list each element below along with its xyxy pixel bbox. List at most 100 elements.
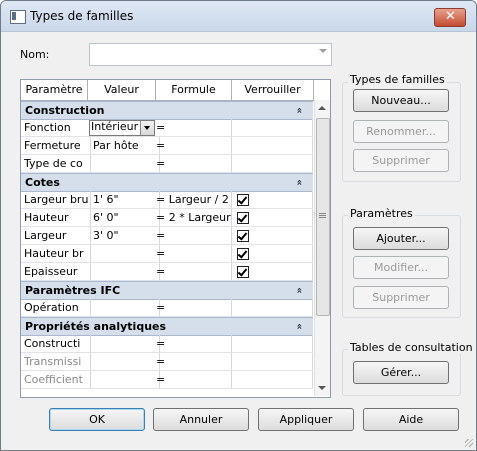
- cancel-button[interactable]: Annuler: [153, 408, 249, 431]
- lock-cell[interactable]: [232, 371, 313, 388]
- formula-cell[interactable]: =: [156, 119, 232, 136]
- formula-cell[interactable]: =: [156, 335, 232, 352]
- lock-cell[interactable]: [232, 263, 313, 280]
- column-header-parametre[interactable]: Paramètre: [21, 80, 88, 101]
- chevron-down-icon[interactable]: [140, 121, 154, 135]
- function-value: Intérieur: [91, 120, 139, 133]
- value-cell[interactable]: [89, 371, 160, 388]
- lock-checkbox[interactable]: [237, 212, 249, 224]
- parameter-cell: Epaisseur: [21, 263, 91, 280]
- scrollbar-thumb[interactable]: [316, 118, 330, 316]
- new-type-button[interactable]: Nouveau...: [353, 89, 449, 112]
- parameter-cell: Hauteur: [21, 209, 91, 226]
- section-header[interactable]: Propriétés analytiques «: [21, 317, 313, 336]
- help-button[interactable]: Aide: [363, 408, 459, 431]
- lock-cell[interactable]: [232, 353, 313, 370]
- parameters-group-label: Paramètres: [348, 207, 415, 220]
- formula-cell[interactable]: =: [156, 227, 232, 244]
- lock-cell[interactable]: [232, 137, 313, 154]
- title-bar[interactable]: Types de familles ✕: [1, 1, 476, 32]
- function-dropdown[interactable]: Intérieur: [89, 120, 155, 136]
- name-label: Nom:: [20, 48, 50, 61]
- section-title: Construction: [25, 104, 105, 117]
- value-cell[interactable]: [89, 353, 160, 370]
- value-cell[interactable]: [89, 245, 160, 262]
- lock-cell[interactable]: [232, 191, 313, 208]
- column-header-verrouiller[interactable]: Verrouiller: [232, 80, 314, 101]
- value-cell[interactable]: 3' 0": [89, 227, 160, 244]
- formula-cell[interactable]: = 2 * Largeur: [156, 209, 232, 226]
- section-title: Paramètres IFC: [25, 284, 121, 297]
- chevron-down-icon[interactable]: [319, 49, 327, 53]
- column-header-formule[interactable]: Formule: [156, 80, 232, 101]
- resize-grip-icon[interactable]: [465, 439, 473, 447]
- table-row: Transmissi =: [21, 353, 313, 371]
- section-header[interactable]: Construction «: [21, 101, 313, 120]
- rename-type-button[interactable]: Renommer...: [353, 120, 449, 143]
- table-row: Fermeture Par hôte =: [21, 137, 313, 155]
- lookup-tables-group-label: Tables de consultation: [348, 341, 475, 354]
- value-cell[interactable]: 1' 6": [89, 191, 160, 208]
- table-row: Hauteur br =: [21, 245, 313, 263]
- collapse-icon[interactable]: «: [291, 287, 308, 293]
- value-cell[interactable]: [89, 299, 160, 316]
- formula-cell[interactable]: =: [156, 299, 232, 316]
- grip-icon: [319, 213, 326, 216]
- formula-cell[interactable]: =: [156, 371, 232, 388]
- manage-lookup-button[interactable]: Gérer...: [353, 361, 449, 384]
- scroll-up-icon[interactable]: [318, 106, 326, 110]
- lock-checkbox[interactable]: [237, 266, 249, 278]
- modify-parameter-button[interactable]: Modifier...: [353, 256, 449, 279]
- table-row: Largeur bru 1' 6" = Largeur / 2: [21, 191, 313, 209]
- value-cell[interactable]: [89, 335, 160, 352]
- formula-cell[interactable]: =: [156, 263, 232, 280]
- window-title: Types de familles: [30, 9, 134, 23]
- section-header[interactable]: Cotes «: [21, 173, 313, 192]
- lock-cell[interactable]: [232, 119, 313, 136]
- parameter-cell: Fonction: [21, 119, 91, 136]
- value-cell[interactable]: [89, 263, 160, 280]
- delete-type-button[interactable]: Supprimer: [353, 149, 449, 172]
- collapse-icon[interactable]: «: [291, 323, 308, 329]
- collapse-icon[interactable]: «: [291, 179, 308, 185]
- section-header[interactable]: Paramètres IFC «: [21, 281, 313, 300]
- add-parameter-button[interactable]: Ajouter...: [353, 227, 449, 250]
- ok-button[interactable]: OK: [49, 408, 145, 431]
- table-row: Opération =: [21, 299, 313, 317]
- value-cell[interactable]: [89, 155, 160, 172]
- value-cell[interactable]: Par hôte: [89, 137, 160, 154]
- formula-cell[interactable]: =: [156, 137, 232, 154]
- parameter-cell: Coefficient: [21, 371, 91, 388]
- lock-checkbox[interactable]: [237, 248, 249, 260]
- parameter-cell: Largeur bru: [21, 191, 91, 208]
- parameter-cell: Largeur: [21, 227, 91, 244]
- table-row: Largeur 3' 0" =: [21, 227, 313, 245]
- name-combobox[interactable]: [89, 43, 332, 66]
- formula-cell[interactable]: = Largeur / 2: [156, 191, 232, 208]
- lock-cell[interactable]: [232, 245, 313, 262]
- lock-cell[interactable]: [232, 335, 313, 352]
- lock-cell[interactable]: [232, 227, 313, 244]
- value-cell[interactable]: 6' 0": [89, 209, 160, 226]
- lock-cell[interactable]: [232, 155, 313, 172]
- lock-cell[interactable]: [232, 209, 313, 226]
- section-title: Propriétés analytiques: [25, 320, 167, 333]
- parameter-cell: Transmissi: [21, 353, 91, 370]
- apply-button[interactable]: Appliquer: [258, 408, 354, 431]
- delete-parameter-button[interactable]: Supprimer: [353, 286, 449, 309]
- formula-cell[interactable]: =: [156, 155, 232, 172]
- parameter-cell: Type de co: [21, 155, 91, 172]
- collapse-icon[interactable]: «: [291, 107, 308, 113]
- parameter-cell: Fermeture: [21, 137, 91, 154]
- lock-checkbox[interactable]: [237, 230, 249, 242]
- vertical-scrollbar[interactable]: [314, 100, 330, 396]
- lock-cell[interactable]: [232, 299, 313, 316]
- formula-cell[interactable]: =: [156, 245, 232, 262]
- formula-cell[interactable]: =: [156, 353, 232, 370]
- close-button[interactable]: ✕: [434, 8, 466, 27]
- table-row: Coefficient =: [21, 371, 313, 389]
- scroll-down-icon[interactable]: [318, 386, 326, 390]
- column-header-valeur[interactable]: Valeur: [88, 80, 156, 101]
- table-row: Epaisseur =: [21, 263, 313, 281]
- lock-checkbox[interactable]: [237, 194, 249, 206]
